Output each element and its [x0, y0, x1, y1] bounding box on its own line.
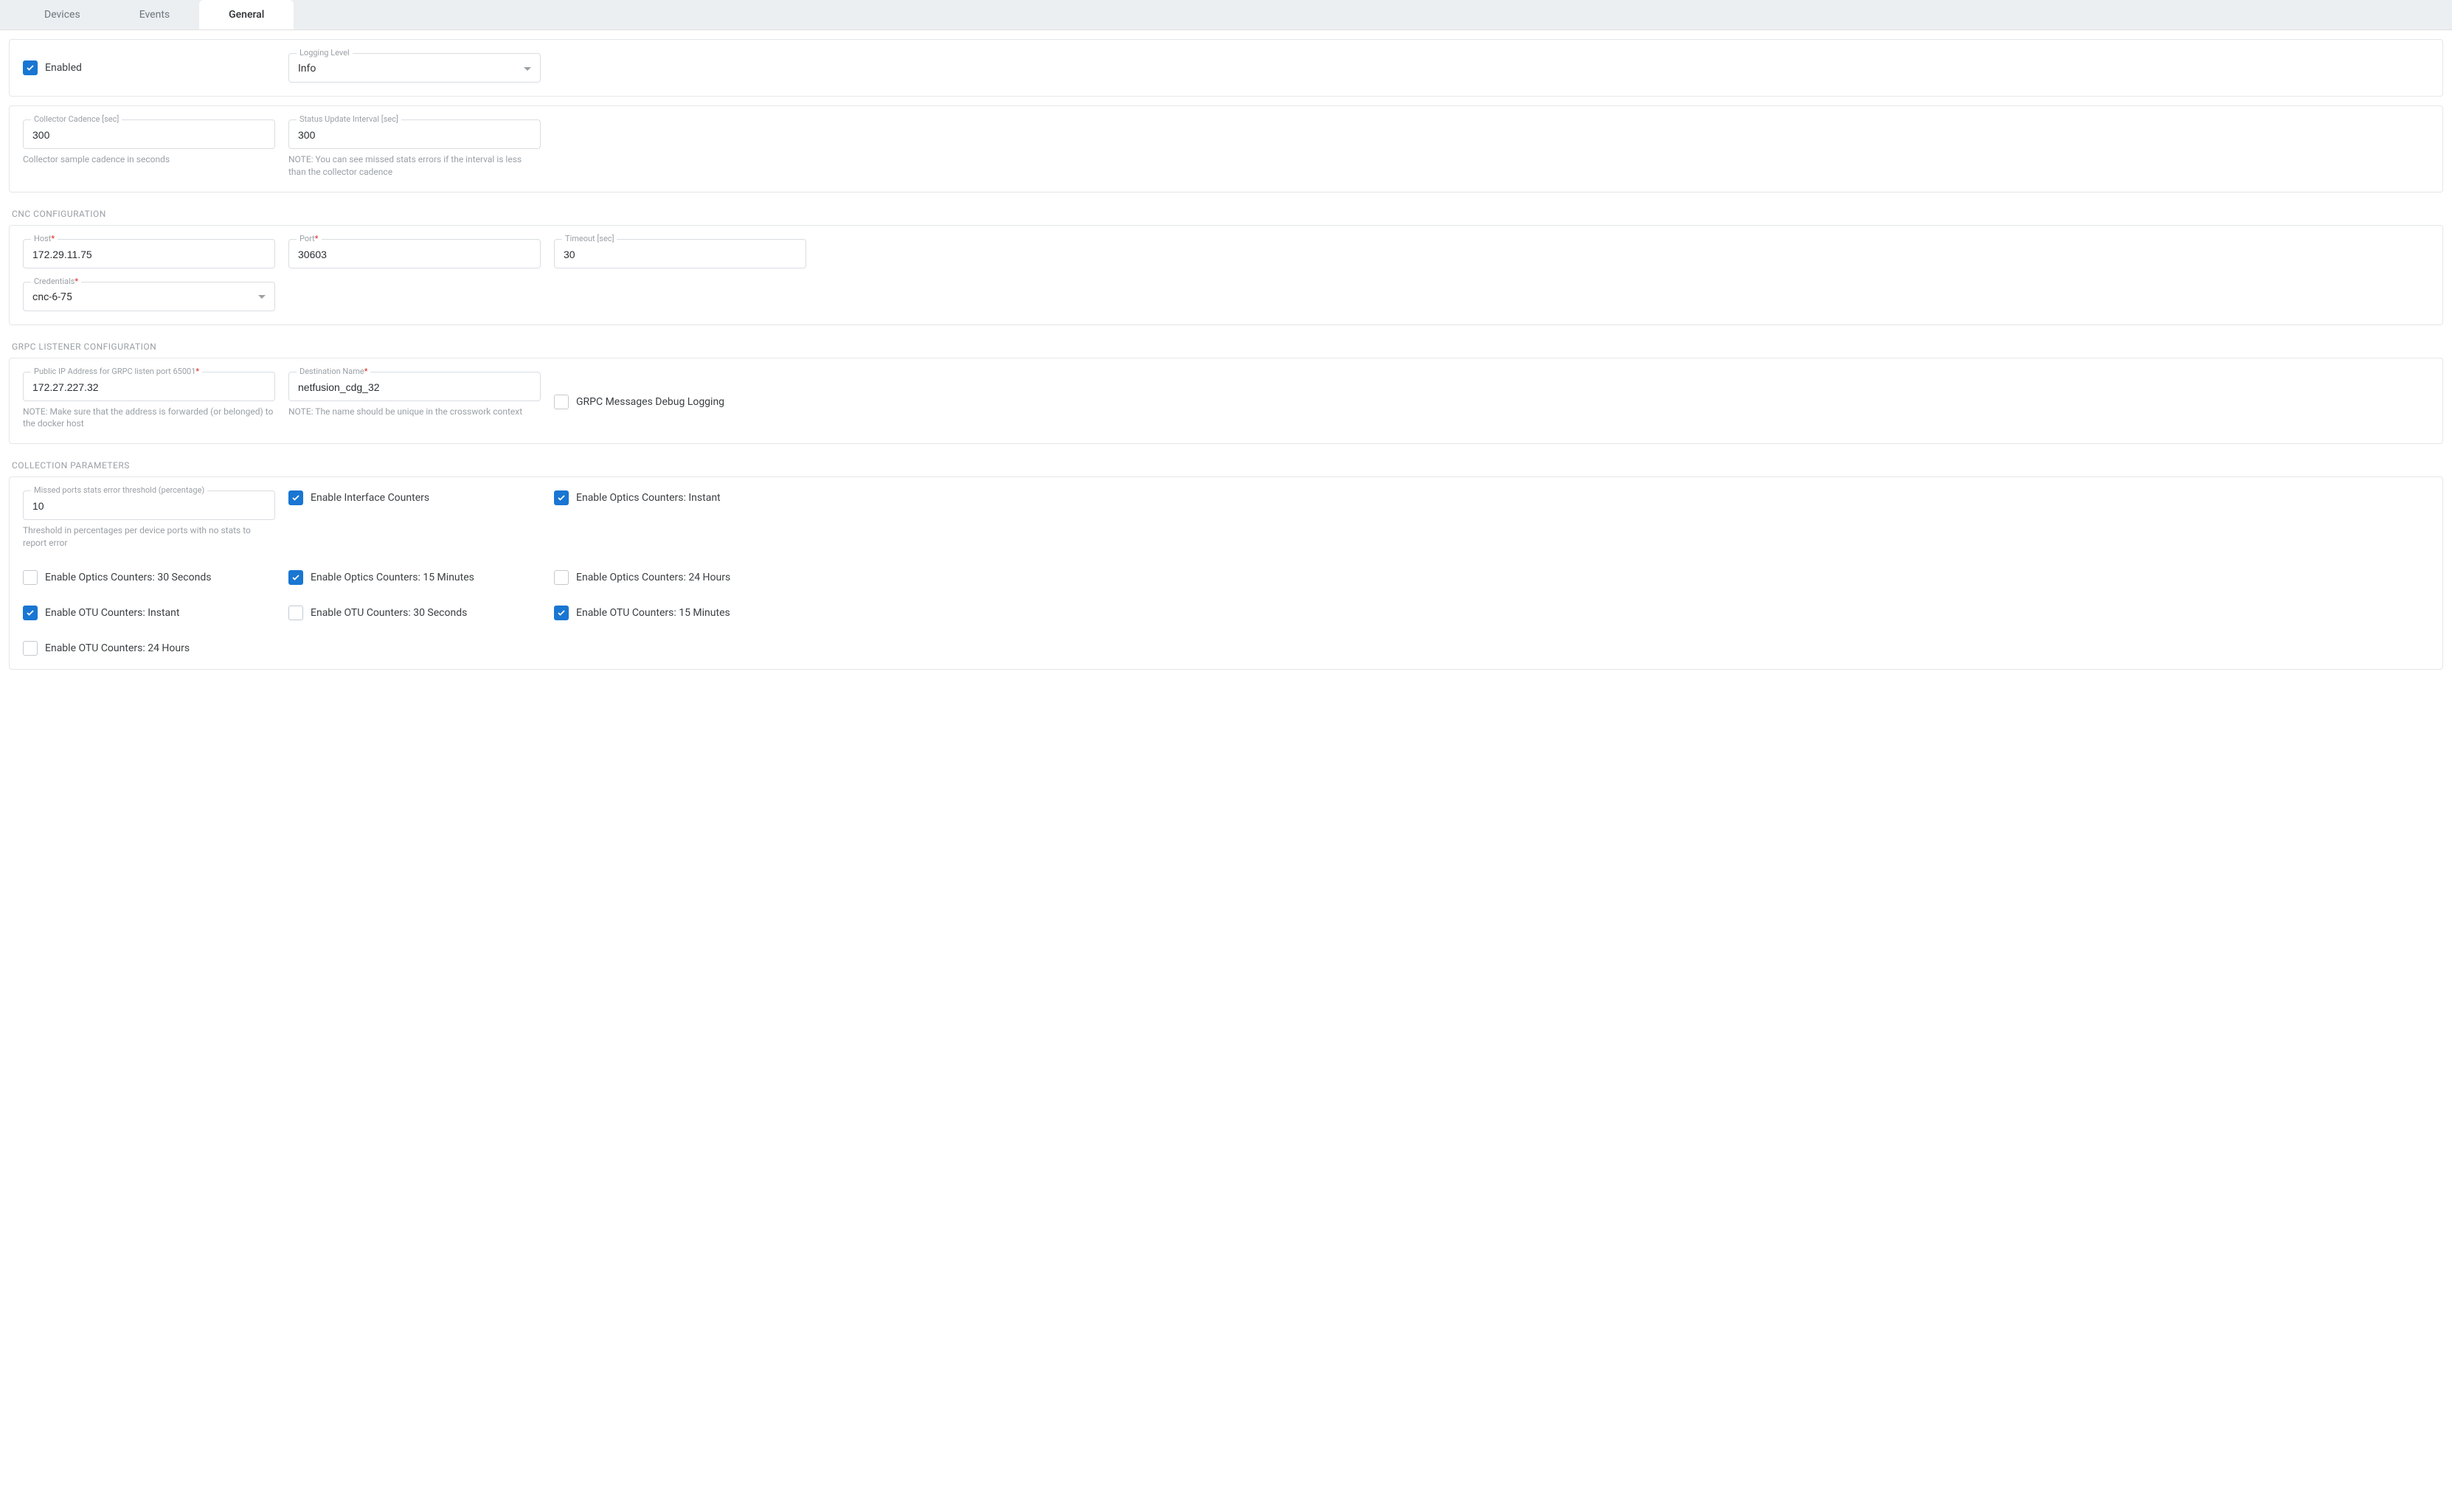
status-interval-field[interactable]: Status Update Interval [sec]	[288, 119, 541, 149]
logging-level-value: Info	[298, 63, 316, 74]
checkbox-box[interactable]	[288, 570, 303, 585]
cb-optics-instant[interactable]: Enable Optics Counters: Instant	[554, 490, 721, 505]
checkmark-icon	[557, 608, 566, 617]
cnc-credentials-value: cnc-6-75	[32, 291, 72, 303]
checkbox-box[interactable]	[554, 490, 569, 505]
cnc-timeout-input[interactable]	[564, 249, 797, 260]
checkbox-box[interactable]	[288, 606, 303, 620]
threshold-input[interactable]	[32, 500, 266, 512]
checkmark-icon	[26, 63, 35, 72]
cb-optics-15m[interactable]: Enable Optics Counters: 15 Minutes	[288, 570, 474, 585]
cb-interface-counters[interactable]: Enable Interface Counters	[288, 490, 429, 505]
panel-collection: Missed ports stats error threshold (perc…	[9, 476, 2443, 670]
checkbox-box[interactable]	[288, 490, 303, 505]
cnc-port-input[interactable]	[298, 249, 531, 260]
enabled-checkbox[interactable]: Enabled	[23, 60, 82, 75]
collector-cadence-input[interactable]	[32, 129, 266, 141]
grpc-dest-field[interactable]: Destination Name*	[288, 372, 541, 401]
checkmark-icon	[557, 493, 566, 502]
logging-level-select[interactable]: Logging Level Info	[288, 53, 541, 83]
checkbox-label: Enable Optics Counters: 15 Minutes	[311, 572, 474, 583]
collector-cadence-helper: Collector sample cadence in seconds	[23, 153, 275, 166]
cnc-host-input[interactable]	[32, 249, 266, 260]
tab-devices[interactable]: Devices	[15, 0, 110, 30]
cb-otu-instant[interactable]: Enable OTU Counters: Instant	[23, 606, 179, 620]
cb-optics-24h[interactable]: Enable Optics Counters: 24 Hours	[554, 570, 730, 585]
tab-events[interactable]: Events	[110, 0, 199, 30]
cnc-credentials-select[interactable]: Credentials* cnc-6-75	[23, 282, 275, 311]
checkbox-box[interactable]	[23, 641, 38, 656]
cnc-host-label: Host*	[31, 234, 58, 243]
checkbox-box[interactable]	[554, 570, 569, 585]
checkbox-label: Enable Optics Counters: 24 Hours	[576, 572, 730, 583]
cb-otu-15m[interactable]: Enable OTU Counters: 15 Minutes	[554, 606, 730, 620]
enabled-label: Enabled	[45, 62, 82, 74]
panel-enabled-logging: Enabled Logging Level Info	[9, 39, 2443, 97]
panel-cnc: Host* Port* Timeout [sec] Crede	[9, 225, 2443, 325]
grpc-ip-label: Public IP Address for GRPC listen port 6…	[31, 367, 202, 376]
grpc-ip-field[interactable]: Public IP Address for GRPC listen port 6…	[23, 372, 275, 401]
checkbox-label: Enable OTU Counters: 30 Seconds	[311, 607, 467, 619]
checkmark-icon	[26, 608, 35, 617]
checkbox-label: Enable Optics Counters: Instant	[576, 492, 721, 504]
section-title-cnc: CNC CONFIGURATION	[12, 209, 2440, 219]
tab-general[interactable]: General	[199, 0, 294, 30]
tab-bar: Devices Events General	[0, 0, 2452, 30]
logging-level-label: Logging Level	[297, 48, 353, 58]
grpc-debug-label: GRPC Messages Debug Logging	[576, 396, 724, 408]
checkbox-label: Enable Interface Counters	[311, 492, 429, 504]
panel-grpc: Public IP Address for GRPC listen port 6…	[9, 358, 2443, 445]
threshold-label: Missed ports stats error threshold (perc…	[31, 485, 207, 495]
grpc-ip-helper: NOTE: Make sure that the address is forw…	[23, 406, 275, 431]
cnc-timeout-label: Timeout [sec]	[562, 234, 617, 243]
status-interval-input[interactable]	[298, 129, 531, 141]
checkbox-box[interactable]	[554, 606, 569, 620]
checkbox-label: Enable OTU Counters: 15 Minutes	[576, 607, 730, 619]
checkbox-label: Enable Optics Counters: 30 Seconds	[45, 572, 211, 583]
cnc-port-label: Port*	[297, 234, 322, 243]
checkbox-label: Enable OTU Counters: 24 Hours	[45, 642, 190, 654]
status-interval-label: Status Update Interval [sec]	[297, 114, 401, 124]
cb-otu-24h[interactable]: Enable OTU Counters: 24 Hours	[23, 641, 190, 656]
checkbox-label: Enable OTU Counters: Instant	[45, 607, 179, 619]
cnc-credentials-label: Credentials*	[31, 277, 81, 286]
checkmark-icon	[291, 493, 300, 502]
grpc-dest-helper: NOTE: The name should be unique in the c…	[288, 406, 541, 418]
cb-optics-30s[interactable]: Enable Optics Counters: 30 Seconds	[23, 570, 211, 585]
section-title-collection: COLLECTION PARAMETERS	[12, 460, 2440, 471]
grpc-dest-input[interactable]	[298, 381, 531, 393]
cb-otu-30s[interactable]: Enable OTU Counters: 30 Seconds	[288, 606, 467, 620]
checkbox-box[interactable]	[23, 60, 38, 75]
checkbox-box[interactable]	[23, 570, 38, 585]
chevron-down-icon	[524, 67, 531, 71]
cnc-timeout-field[interactable]: Timeout [sec]	[554, 239, 806, 268]
threshold-field[interactable]: Missed ports stats error threshold (perc…	[23, 490, 275, 520]
checkbox-box[interactable]	[554, 395, 569, 409]
collector-cadence-label: Collector Cadence [sec]	[31, 114, 122, 124]
checkbox-box[interactable]	[23, 606, 38, 620]
cnc-port-field[interactable]: Port*	[288, 239, 541, 268]
grpc-ip-input[interactable]	[32, 381, 266, 393]
status-interval-helper: NOTE: You can see missed stats errors if…	[288, 153, 541, 178]
panel-cadence: Collector Cadence [sec] Collector sample…	[9, 105, 2443, 193]
checkmark-icon	[291, 573, 300, 582]
section-title-grpc: GRPC LISTENER CONFIGURATION	[12, 341, 2440, 352]
collector-cadence-field[interactable]: Collector Cadence [sec]	[23, 119, 275, 149]
chevron-down-icon	[258, 295, 266, 299]
cnc-host-field[interactable]: Host*	[23, 239, 275, 268]
grpc-debug-checkbox[interactable]: GRPC Messages Debug Logging	[554, 395, 724, 409]
grpc-dest-label: Destination Name*	[297, 367, 370, 376]
threshold-helper: Threshold in percentages per device port…	[23, 524, 275, 549]
